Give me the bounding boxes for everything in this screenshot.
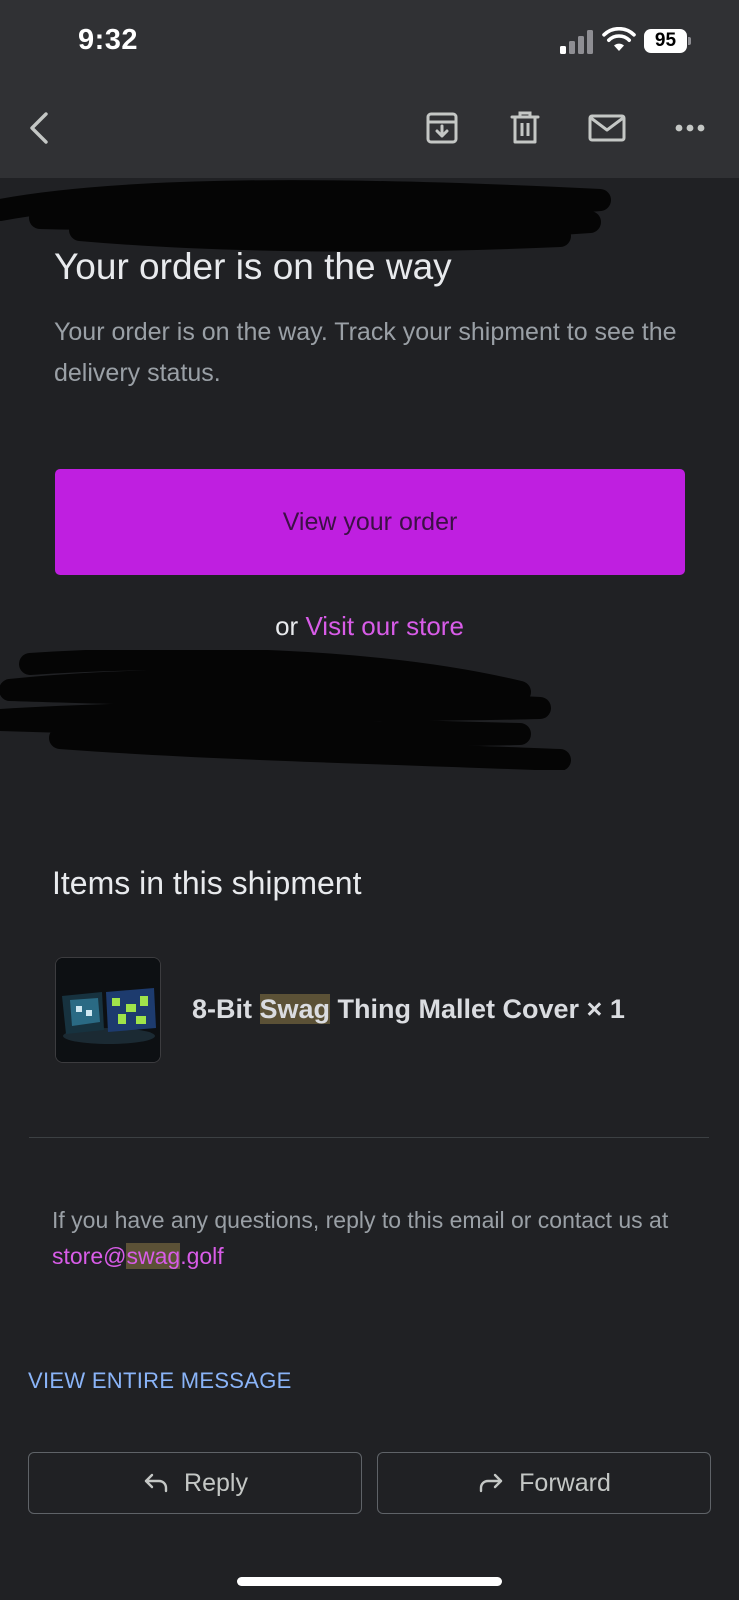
product-title-highlight: Swag bbox=[259, 994, 331, 1024]
reply-label: Reply bbox=[184, 1468, 248, 1497]
product-thumbnail[interactable] bbox=[55, 957, 161, 1063]
back-icon[interactable] bbox=[20, 108, 60, 148]
battery-icon: 95 bbox=[644, 29, 691, 53]
product-title-suffix: Thing Mallet Cover × 1 bbox=[330, 994, 625, 1024]
email-headline: Your order is on the way bbox=[54, 246, 452, 287]
email-subtext: Your order is on the way. Track your shi… bbox=[54, 318, 677, 387]
reply-button[interactable]: Reply bbox=[28, 1452, 362, 1514]
top-toolbar: 9:32 95 bbox=[0, 0, 739, 178]
contact-text: If you have any questions, reply to this… bbox=[52, 1202, 702, 1274]
forward-button[interactable]: Forward bbox=[377, 1452, 711, 1514]
battery-level: 95 bbox=[644, 29, 687, 53]
archive-icon[interactable] bbox=[422, 108, 462, 148]
or-visit-store-line: or Visit our store bbox=[0, 611, 739, 642]
battery-tip bbox=[688, 37, 691, 45]
contact-email-highlight: swag bbox=[126, 1243, 181, 1269]
forward-icon bbox=[477, 1469, 505, 1497]
visit-store-link[interactable]: Visit our store bbox=[305, 611, 463, 641]
forward-label: Forward bbox=[519, 1468, 611, 1497]
divider bbox=[29, 1137, 709, 1138]
home-indicator[interactable] bbox=[237, 1577, 502, 1586]
contact-email-prefix: store@ bbox=[52, 1243, 127, 1269]
items-heading: Items in this shipment bbox=[52, 865, 362, 901]
redaction-scribble-middle bbox=[0, 650, 580, 770]
contact-email-suffix: .golf bbox=[180, 1243, 224, 1269]
contact-text-body: If you have any questions, reply to this… bbox=[52, 1207, 669, 1233]
delete-icon[interactable] bbox=[505, 108, 545, 148]
status-time: 9:32 bbox=[78, 24, 139, 56]
view-order-button[interactable]: View your order bbox=[55, 469, 685, 575]
or-text: or bbox=[275, 611, 299, 641]
view-entire-message-link[interactable]: VIEW ENTIRE MESSAGE bbox=[28, 1368, 292, 1394]
product-title: 8-Bit Swag Thing Mallet Cover × 1 bbox=[192, 994, 625, 1025]
reply-icon bbox=[142, 1469, 170, 1497]
product-title-prefix: 8-Bit bbox=[192, 994, 260, 1024]
contact-email-link[interactable]: store@swag.golf bbox=[52, 1243, 224, 1269]
wifi-icon bbox=[602, 26, 636, 53]
mark-unread-icon[interactable] bbox=[587, 108, 627, 148]
more-icon[interactable] bbox=[670, 108, 710, 148]
cellular-signal-icon bbox=[560, 30, 594, 54]
